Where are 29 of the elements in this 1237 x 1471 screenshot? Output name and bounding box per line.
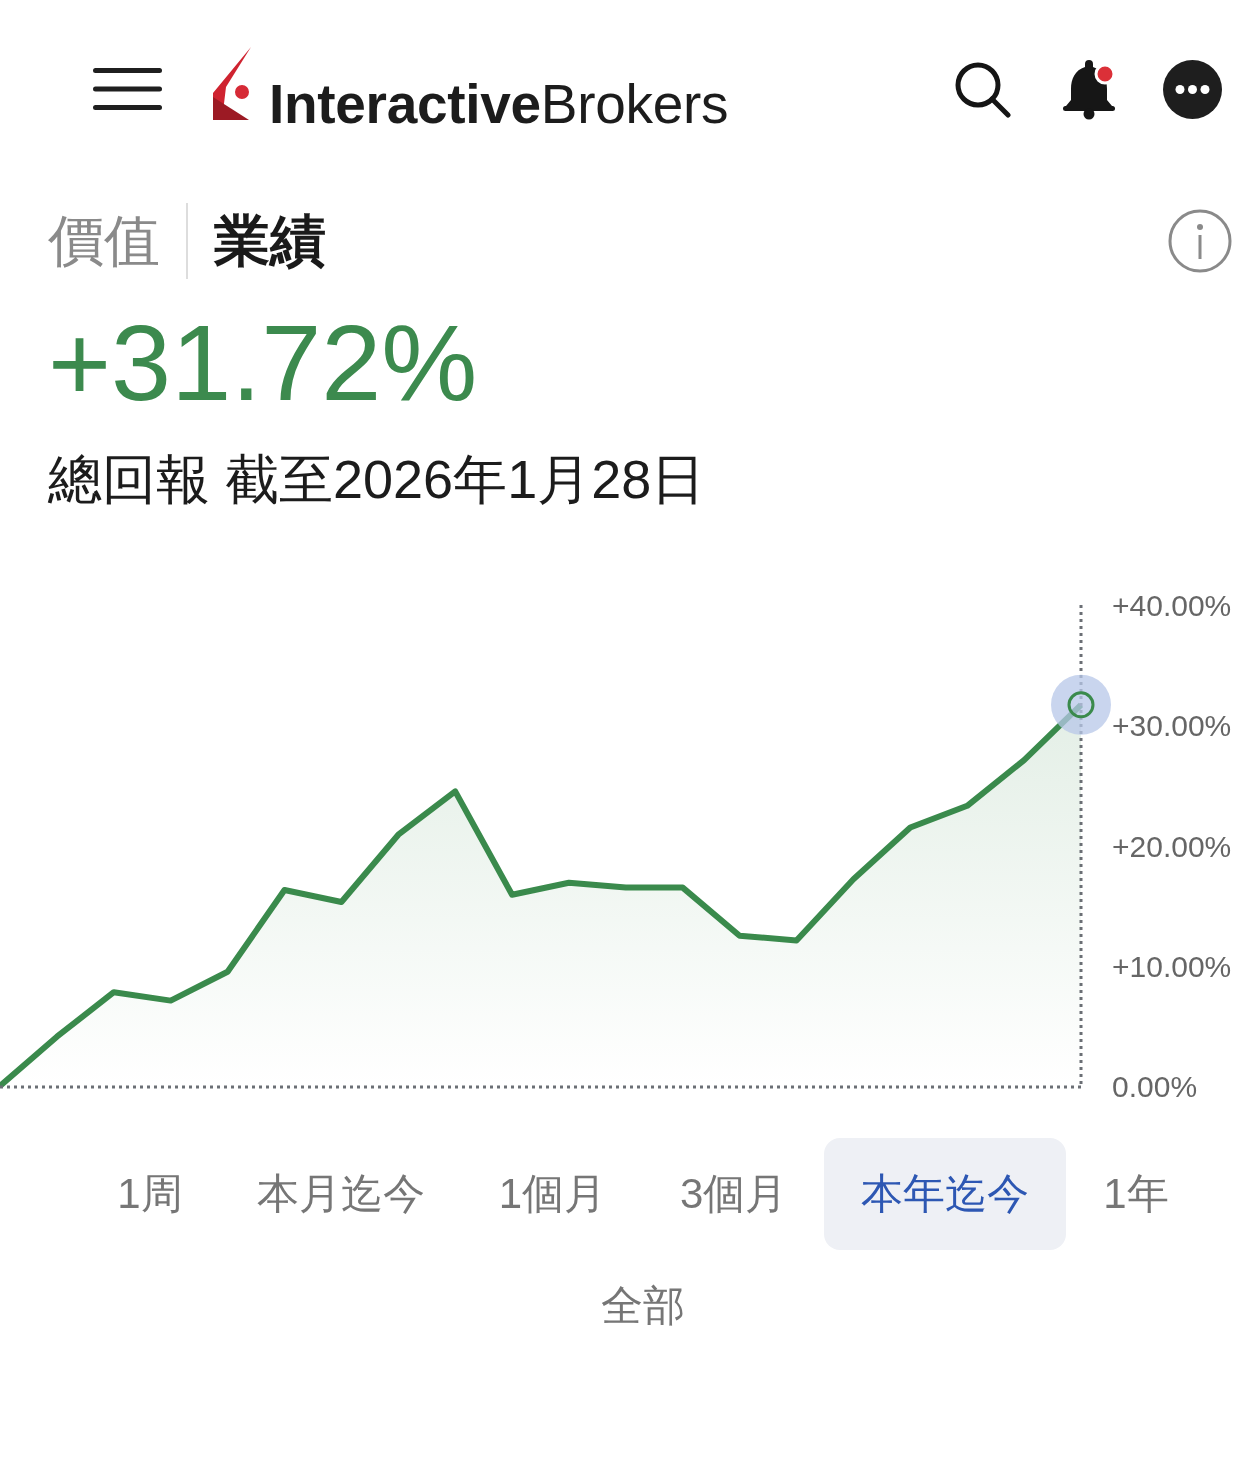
info-icon xyxy=(1168,209,1232,273)
menu-button[interactable] xyxy=(93,68,162,110)
search-button[interactable] xyxy=(954,60,1011,118)
brand-name: InteractiveBrokers xyxy=(269,76,729,132)
y-axis-label: +10.00% xyxy=(1112,949,1232,983)
y-axis-label: 0.00% xyxy=(1112,1070,1198,1103)
range-button[interactable]: 1周 xyxy=(80,1138,220,1250)
range-button[interactable]: 全部 xyxy=(564,1250,722,1362)
range-button[interactable]: 本月迄今 xyxy=(219,1138,462,1250)
tab[interactable]: 業績 xyxy=(214,213,326,269)
more-icon xyxy=(1163,59,1222,119)
more-button[interactable] xyxy=(1163,59,1222,119)
menu-icon xyxy=(93,68,162,110)
tab[interactable]: 價值 xyxy=(48,213,160,269)
info-button[interactable] xyxy=(1168,209,1232,273)
range-button[interactable]: 1年 xyxy=(1066,1138,1206,1250)
range-button[interactable]: 1個月 xyxy=(461,1138,643,1250)
range-button[interactable]: 本年迄今 xyxy=(824,1138,1067,1250)
total-return-caption: 總回報 截至2026年1月28日 xyxy=(48,452,706,506)
y-axis-label: +40.00% xyxy=(1112,589,1232,622)
y-axis-label: +30.00% xyxy=(1112,709,1232,743)
total-return-value: +31.72% xyxy=(48,309,478,417)
y-axis-label: +20.00% xyxy=(1112,829,1232,863)
end-point-marker xyxy=(1067,691,1095,719)
range-button[interactable]: 3個月 xyxy=(643,1138,825,1250)
notifications-button[interactable] xyxy=(1061,58,1117,120)
search-icon xyxy=(954,60,1011,118)
highlight-halo-drawing xyxy=(1051,674,1111,735)
bell-icon xyxy=(1061,58,1117,120)
